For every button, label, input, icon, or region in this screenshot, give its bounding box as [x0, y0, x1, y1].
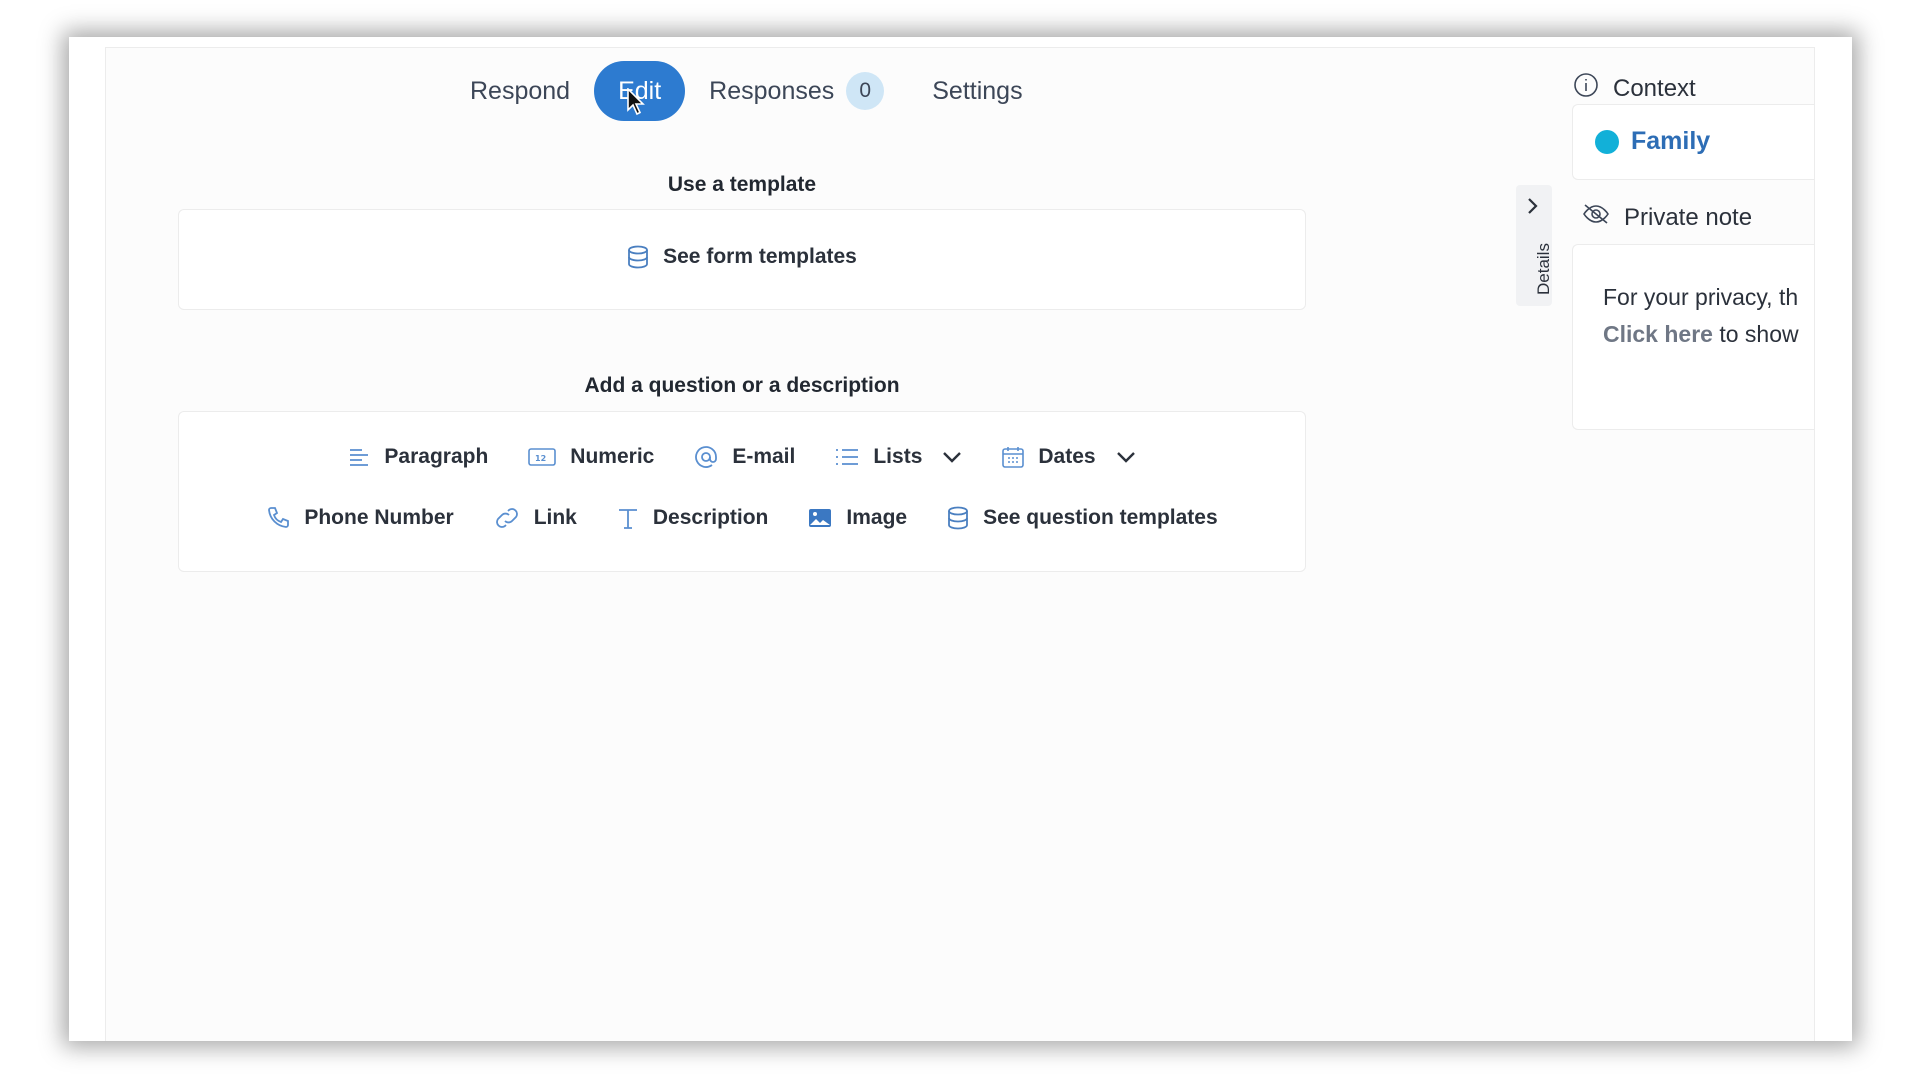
email-label: E-mail: [732, 445, 796, 468]
private-note-label: Private note: [1624, 203, 1753, 231]
chevron-down-icon: [942, 451, 962, 463]
see-question-templates-label: See question templates: [983, 506, 1218, 529]
to-show-text: to show: [1712, 321, 1799, 347]
private-note-card: For your privacy, th Click here to show: [1572, 244, 1814, 430]
numeric-label: Numeric: [570, 445, 655, 468]
add-description-button[interactable]: Description: [617, 506, 769, 530]
tab-bar: Respond Edit Responses 0 Settings: [446, 61, 1047, 121]
numeric-icon: 12: [528, 447, 557, 467]
at-icon: [694, 445, 718, 469]
chevron-right-icon: [1526, 197, 1540, 220]
context-family[interactable]: Family: [1595, 127, 1710, 156]
paragraph-icon: [348, 447, 370, 467]
template-box: See form templates: [178, 209, 1306, 310]
question-row-2: Phone Number Link Description Image See …: [179, 506, 1305, 530]
image-icon: [808, 508, 832, 528]
question-section-title: Add a question or a description: [584, 374, 900, 397]
add-paragraph-button[interactable]: Paragraph: [348, 445, 488, 469]
lists-label: Lists: [873, 445, 923, 468]
question-box: Paragraph 12 Numeric E-mail Lists Dates …: [178, 411, 1306, 572]
add-numeric-button[interactable]: 12 Numeric: [528, 445, 654, 469]
see-form-templates-button[interactable]: See form templates: [627, 245, 857, 269]
add-phone-number-button[interactable]: Phone Number: [266, 506, 454, 530]
info-icon: [1573, 72, 1599, 105]
list-icon: [835, 447, 859, 467]
dates-label: Dates: [1038, 445, 1096, 468]
database-icon: [627, 245, 649, 269]
phone-icon: [266, 506, 290, 530]
image-label: Image: [846, 506, 908, 529]
context-header: Context: [1573, 72, 1696, 105]
click-here-link[interactable]: Click here: [1603, 321, 1713, 347]
context-label: Context: [1613, 74, 1696, 102]
privacy-message: For your privacy, th Click here to show: [1603, 279, 1799, 353]
svg-text:12: 12: [535, 454, 546, 463]
responses-count-badge: 0: [846, 72, 885, 110]
app-window: Respond Edit Responses 0 Settings Use a …: [69, 37, 1852, 1041]
details-toggle[interactable]: Details: [1516, 185, 1553, 306]
add-email-button[interactable]: E-mail: [694, 445, 795, 469]
link-icon: [494, 508, 520, 528]
tab-responses[interactable]: Responses 0: [685, 61, 908, 121]
calendar-icon: [1002, 446, 1025, 468]
description-label: Description: [652, 506, 769, 529]
phone-number-label: Phone Number: [304, 506, 454, 529]
tab-settings[interactable]: Settings: [908, 61, 1046, 121]
tab-respond-label: Respond: [470, 76, 571, 105]
context-card: Family: [1572, 104, 1814, 180]
privacy-text: For your privacy, th: [1603, 284, 1799, 310]
add-link-button[interactable]: Link: [494, 506, 577, 530]
form-editor: Respond Edit Responses 0 Settings Use a …: [105, 47, 1815, 1041]
paragraph-label: Paragraph: [384, 445, 489, 468]
add-dates-dropdown[interactable]: Dates: [1002, 445, 1135, 469]
eye-off-icon: [1582, 203, 1610, 232]
tab-responses-label: Responses: [709, 76, 835, 105]
see-question-templates-button[interactable]: See question templates: [947, 506, 1218, 530]
question-row-1: Paragraph 12 Numeric E-mail Lists Dates: [179, 445, 1305, 469]
context-value: Family: [1631, 127, 1711, 155]
template-section-title: Use a template: [667, 173, 817, 196]
tab-settings-label: Settings: [932, 76, 1023, 105]
text-icon: [617, 507, 639, 529]
mouse-cursor-icon: [627, 88, 645, 116]
database-icon: [947, 506, 969, 530]
link-label: Link: [533, 506, 577, 529]
see-form-templates-label: See form templates: [663, 245, 857, 268]
family-color-dot: [1595, 129, 1619, 154]
add-lists-dropdown[interactable]: Lists: [835, 445, 962, 469]
details-label: Details: [1534, 243, 1553, 295]
chevron-down-icon: [1116, 451, 1136, 463]
add-image-button[interactable]: Image: [808, 506, 907, 530]
private-note-header: Private note: [1582, 203, 1752, 232]
tab-respond[interactable]: Respond: [446, 61, 594, 121]
